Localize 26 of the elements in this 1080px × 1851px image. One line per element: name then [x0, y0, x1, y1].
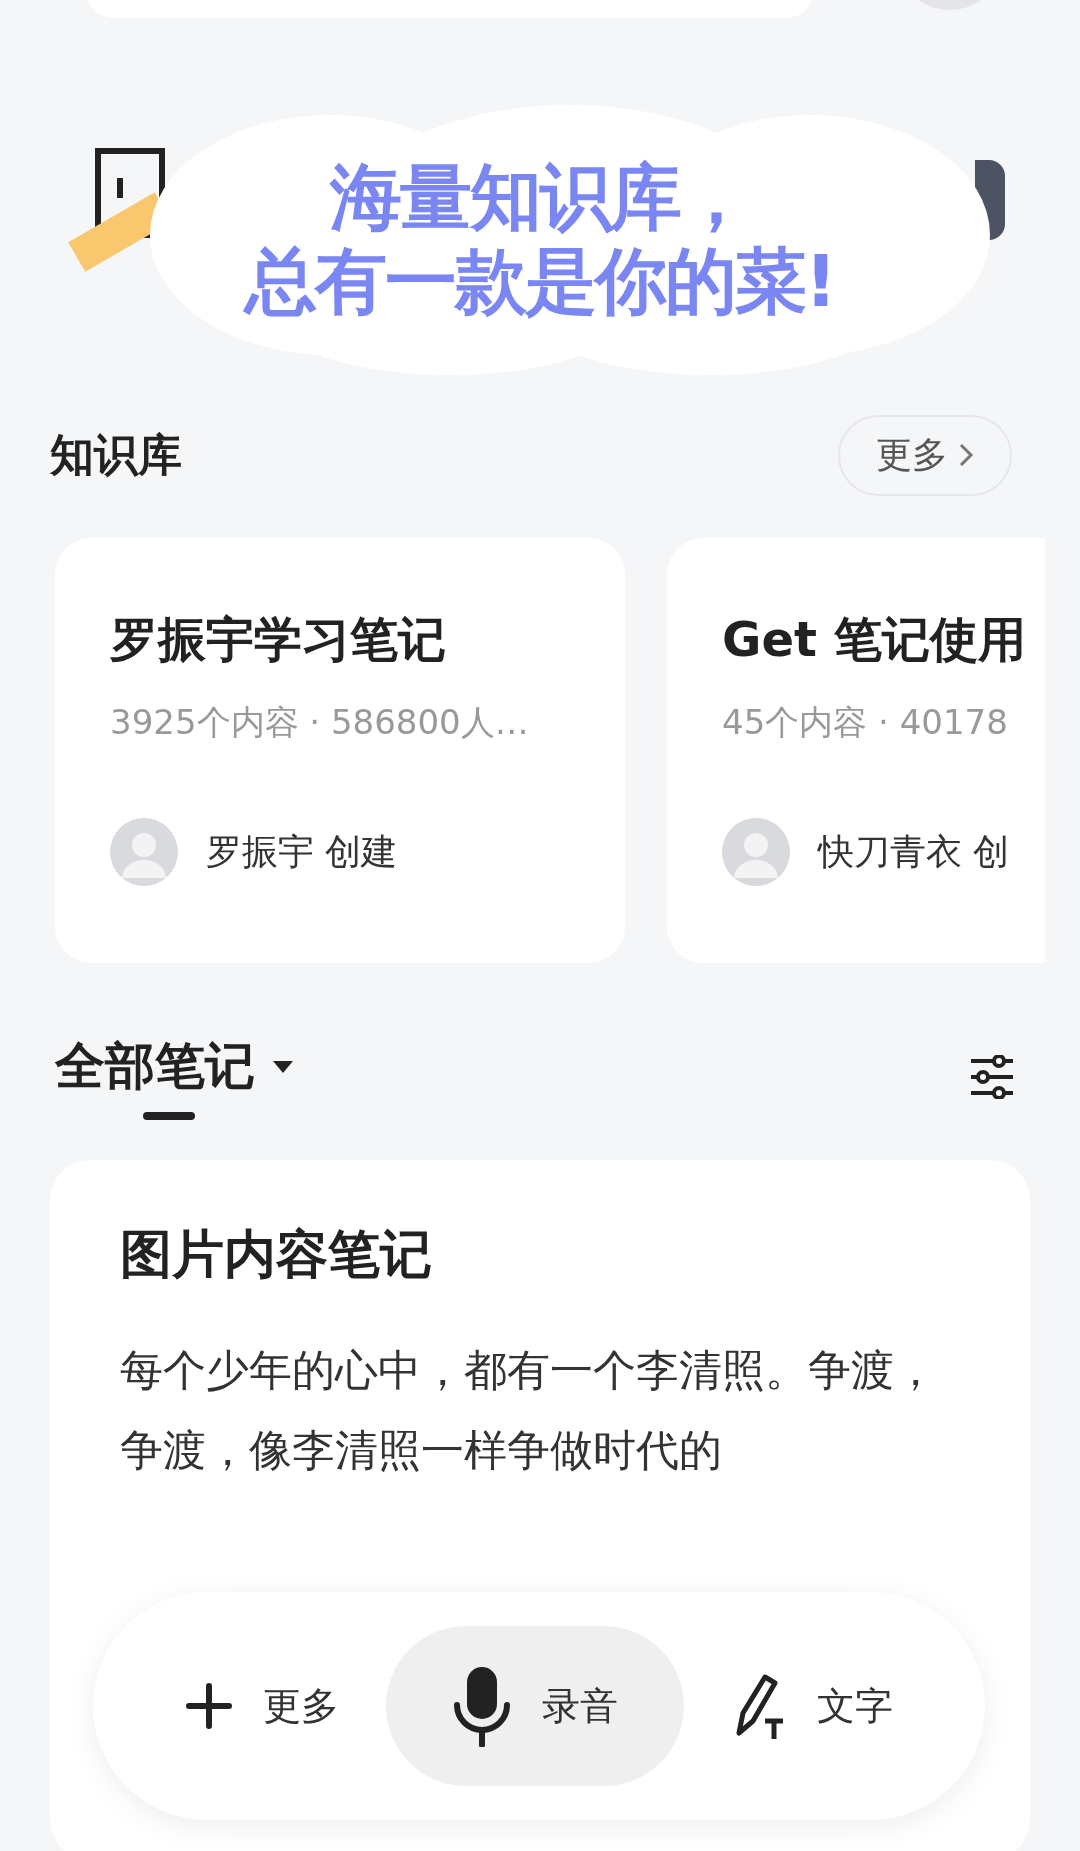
card-title: 罗振宇学习笔记	[110, 610, 447, 669]
chevron-right-icon	[958, 442, 974, 468]
filter-icon[interactable]	[969, 1054, 1015, 1099]
avatar	[110, 818, 178, 886]
microphone-icon	[452, 1665, 512, 1747]
caption-line: 海量知识库，	[330, 155, 750, 239]
toolbar-button[interactable]: 文字	[689, 1626, 935, 1786]
toolbar-button[interactable]: 更多	[143, 1626, 381, 1786]
note-title: 图片内容笔记	[120, 1223, 433, 1286]
caption-line: 总有一款是你的菜!	[244, 239, 836, 323]
avatar	[722, 818, 790, 886]
caret-down-icon	[273, 1060, 293, 1073]
section-title: 知识库	[50, 427, 182, 482]
knowledge-card[interactable]: Get 笔记使用 45个内容 · 40178 快刀青衣 创	[667, 538, 1045, 963]
tab-underline	[143, 1112, 195, 1120]
plus-icon	[185, 1682, 233, 1730]
toolbar-button[interactable]: 录音	[386, 1626, 684, 1786]
card-title: Get 笔记使用	[722, 610, 1027, 669]
card-meta: 45个内容 · 40178	[722, 701, 1009, 744]
author-name: 快刀青衣 创	[818, 829, 1010, 874]
notes-filter-tab[interactable]: 全部笔记	[55, 1033, 293, 1120]
more-button[interactable]: 更多	[838, 414, 1012, 496]
author-name: 罗振宇 创建	[206, 829, 398, 874]
knowledge-card[interactable]: 罗振宇学习笔记 3925个内容 · 586800人… 罗振宇 创建	[55, 538, 625, 963]
note-text: 每个少年的心中，都有一个李清照。争渡，争渡，像李清照一样争做时代的	[120, 1344, 938, 1477]
card-meta: 3925个内容 · 586800人…	[110, 701, 530, 744]
